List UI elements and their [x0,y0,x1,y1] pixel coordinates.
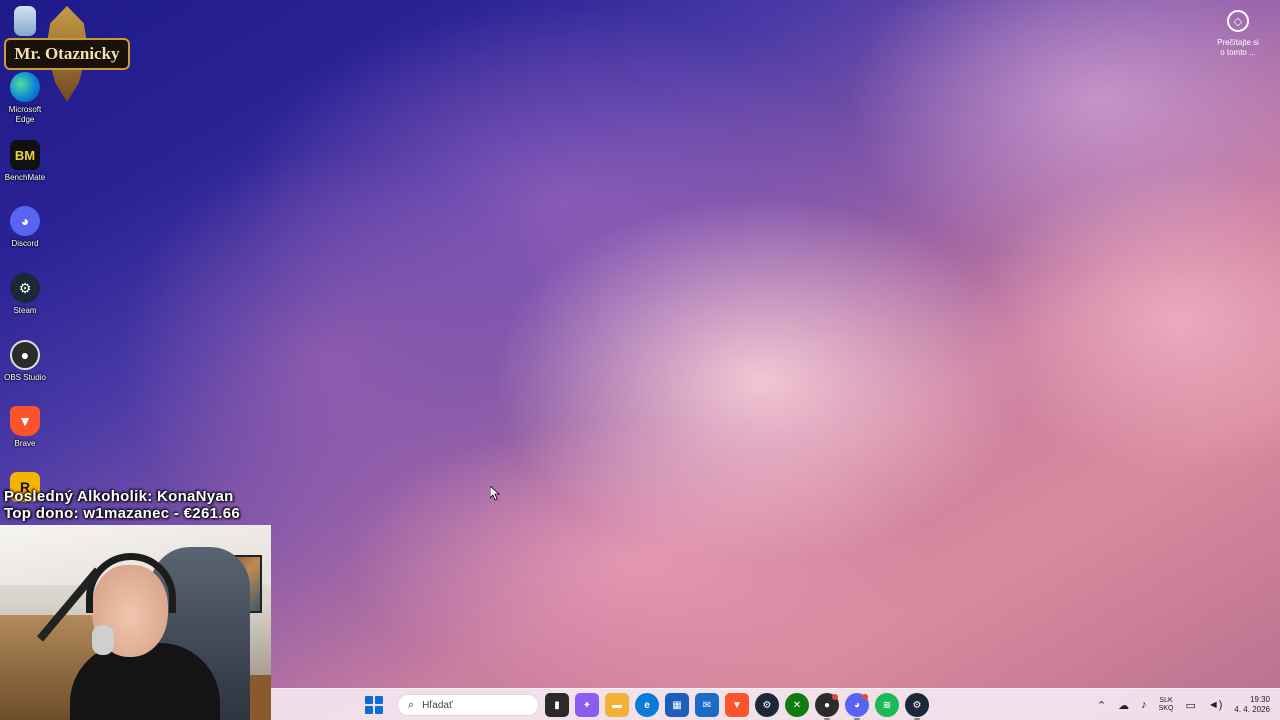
chevron-up-icon[interactable]: ⌃ [1097,699,1106,712]
discord-icon: ◕ [10,206,40,236]
streamer-logo: Mr. Otaznicky [2,4,132,104]
microphone-icon [92,625,114,655]
benchmate-icon: BM [10,140,40,170]
discord-icon: ◕ [853,699,861,711]
keyboard-layout-code: SKQ [1158,705,1174,712]
xbox-icon: ✕ [792,699,802,711]
clock-date: 4. 4. 2026 [1234,705,1270,714]
desktop-icon-label: Steam [13,306,37,315]
steam-icon: ⚙ [762,699,772,711]
edge-icon: e [644,699,650,711]
taskbar-app-store[interactable]: ▦ [665,693,689,717]
desktop-icon-discord[interactable]: ◕ Discord [0,206,50,249]
folder-icon: ▬ [612,699,622,711]
desktop-icon-label: BenchMate [4,173,46,182]
network-icon[interactable]: ▭ [1185,699,1195,712]
desktop-icon-label: OBS Studio [4,373,46,382]
taskbar-center: ⌕ ▮ ✦ ▬ e ▦ ✉ ▼ ⚙ ✕ ● ◕ ≋ ⚙ [363,689,929,720]
steam-icon: ⚙ [912,699,922,711]
taskbar-app-obs[interactable]: ● [815,693,839,720]
camera-aperture-icon: ◇ [1227,10,1249,32]
taskbar-app-steam[interactable]: ⚙ [755,693,779,717]
taskbar-app-outlook[interactable]: ✉ [695,693,719,717]
spotify-icon: ≋ [882,699,892,711]
webcam-feed [0,525,271,720]
search-icon: ⌕ [408,698,415,711]
taskbar-app-discord[interactable]: ◕ [845,693,869,720]
desktop-icon-benchmate[interactable]: BM BenchMate [0,140,50,183]
webcam-furniture [250,675,271,720]
system-tray: ⌃ ☁ ♪ SLK SKQ ▭ ◄) 19:30 4. 4. 2026 [1097,689,1270,720]
desktop-icon-label: Brave [14,439,36,448]
taskbar: ⌕ ▮ ✦ ▬ e ▦ ✉ ▼ ⚙ ✕ ● ◕ ≋ ⚙ ⌃ ☁ ♪ SLK SK… [271,688,1280,720]
desktop-icon-label: Microsoft Edge [8,105,42,124]
widget-line-1: Prečítajte si [1217,38,1259,47]
clock[interactable]: 19:30 4. 4. 2026 [1234,695,1270,715]
taskbar-app-copilot[interactable]: ✦ [575,693,599,717]
taskbar-app-taskview[interactable]: ▮ [545,693,569,717]
windows-logo-icon [365,706,373,714]
desktop-icon-steam[interactable]: ⚙ Steam [0,273,50,316]
brave-icon: ▼ [10,406,40,436]
taskbar-app-spotify[interactable]: ≋ [875,693,899,717]
taskbar-app-brave[interactable]: ▼ [725,693,749,717]
search-input[interactable] [422,699,523,711]
copilot-icon: ✦ [582,699,592,711]
desktop-icon-brave[interactable]: ▼ Brave [0,406,50,449]
input-language-indicator[interactable]: SLK SKQ [1159,697,1174,713]
desktop-icon-obs-studio[interactable]: ● OBS Studio [0,340,50,383]
widget-text: Prečítajte si o tomto ... [1217,38,1259,58]
task-view-icon: ▮ [554,699,560,711]
brave-icon: ▼ [732,699,742,711]
learn-about-picture-widget[interactable]: ◇ Prečítajte si o tomto ... [1210,10,1266,58]
logo-text: Mr. Otaznicky [4,38,130,70]
taskbar-app-steam-2[interactable]: ⚙ [905,693,929,720]
taskbar-app-file-explorer[interactable]: ▬ [605,693,629,717]
obs-icon: ● [823,699,831,711]
taskbar-app-edge[interactable]: e [635,693,659,717]
stream-overlay-text: Posledný Alkoholik: KonaNyan Top dono: w… [4,488,240,522]
mail-icon: ✉ [702,699,712,711]
widget-line-2: o tomto ... [1220,48,1256,57]
steam-icon: ⚙ [10,273,40,303]
volume-icon[interactable]: ◄) [1208,699,1223,711]
windows-logo-icon [375,706,383,714]
taskbar-search[interactable]: ⌕ [397,694,539,716]
language-code: SLK [1159,697,1173,704]
clock-time: 19:30 [1249,695,1270,704]
store-icon: ▦ [672,699,682,711]
notification-badge [832,694,838,700]
microphone-icon[interactable]: ♪ [1141,699,1147,711]
desktop-icon-label: Discord [11,239,39,248]
top-donation-label: Top dono: w1mazanec - €261.66 [4,505,240,522]
obs-icon: ● [10,340,40,370]
cloud-off-icon[interactable]: ☁ [1118,699,1129,712]
last-alcoholic-label: Posledný Alkoholik: KonaNyan [4,488,234,505]
taskbar-app-xbox[interactable]: ✕ [785,693,809,717]
notification-badge [862,694,868,700]
windows-logo-icon [375,696,383,704]
windows-logo-icon [365,696,373,704]
start-button[interactable] [363,694,385,716]
